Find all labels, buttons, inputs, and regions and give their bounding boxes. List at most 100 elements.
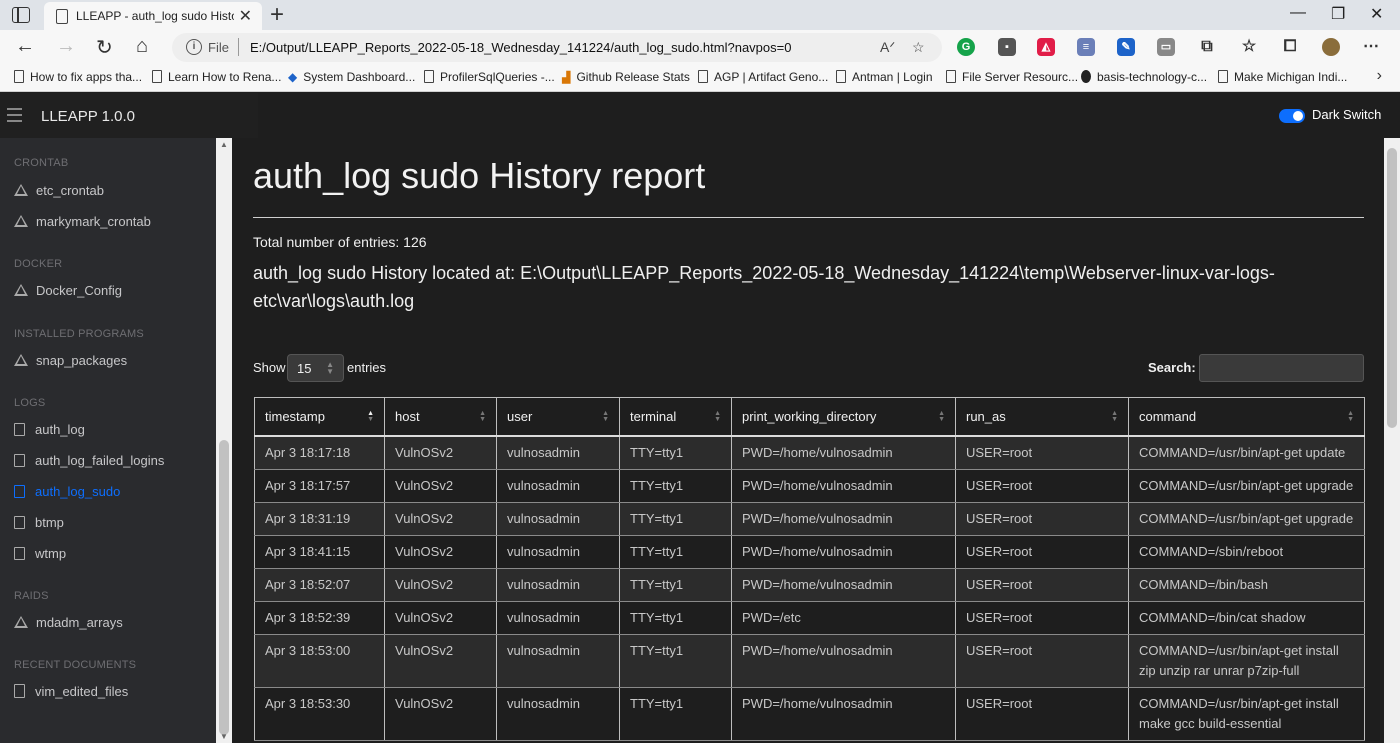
scroll-up-arrow-icon[interactable]: ▲ xyxy=(220,140,228,149)
close-window-icon[interactable]: ✕ xyxy=(1370,4,1383,24)
bookmark-item[interactable]: Learn How to Rena... xyxy=(152,70,281,84)
profile-avatar[interactable] xyxy=(1322,38,1340,56)
collections-icon[interactable]: ⧠ xyxy=(1281,38,1299,56)
cell-terminal: TTY=tty1 xyxy=(619,502,732,536)
sidebar-item-vim-edited-files[interactable]: vim_edited_files xyxy=(14,684,128,699)
sidebar-item-auth-log-failed-logins[interactable]: auth_log_failed_logins xyxy=(14,453,164,468)
search-input[interactable] xyxy=(1199,354,1364,382)
more-menu-icon[interactable]: ⋯ xyxy=(1362,38,1380,56)
cell-run-as: USER=root xyxy=(955,535,1129,569)
bookmark-page-icon xyxy=(1218,70,1228,83)
browser-tab[interactable]: LLEAPP - auth_log sudo History report ✕ xyxy=(44,2,262,30)
address-separator xyxy=(238,38,239,56)
sidebar-item-markymark-crontab[interactable]: markymark_crontab xyxy=(14,214,151,229)
sort-arrows-icon: ▲ ▼ xyxy=(714,410,721,423)
page-scroll-thumb[interactable] xyxy=(1387,148,1397,428)
pdf-extension-icon[interactable]: ◭ xyxy=(1037,38,1055,56)
sidebar-item-auth-log-sudo[interactable]: auth_log_sudo xyxy=(14,484,120,499)
back-icon[interactable]: ← xyxy=(15,35,35,58)
bookmarks-more-icon[interactable]: › xyxy=(1377,67,1382,85)
favorites-icon[interactable]: ☆ xyxy=(1240,38,1258,56)
bookmark-item[interactable]: How to fix apps tha... xyxy=(14,70,142,84)
extension-icon-3[interactable]: ✎ xyxy=(1117,38,1135,56)
tab-title: LLEAPP - auth_log sudo History report xyxy=(76,9,234,23)
warning-icon xyxy=(14,215,28,227)
extension-icon[interactable]: ▪ xyxy=(998,38,1016,56)
bookmark-item[interactable]: Make Michigan Indi... xyxy=(1218,70,1347,84)
column-header-command[interactable]: command ▲ ▼ xyxy=(1128,397,1365,437)
dark-switch-label[interactable]: Dark Switch xyxy=(1312,107,1381,122)
sidebar-item-wtmp[interactable]: wtmp xyxy=(14,546,66,561)
minimize-icon[interactable]: — xyxy=(1290,4,1306,22)
bookmark-item[interactable]: AGP | Artifact Geno... xyxy=(698,70,828,84)
favorite-add-icon[interactable]: ☆ xyxy=(912,39,925,56)
entries-per-page-select[interactable]: 15 ▲ ▼ xyxy=(287,354,344,382)
column-header-print-working-directory[interactable]: print_working_directory ▲ ▼ xyxy=(731,397,956,437)
toggle-knob xyxy=(1293,111,1303,121)
cell-terminal: TTY=tty1 xyxy=(619,469,732,503)
hamburger-menu-icon[interactable] xyxy=(7,108,22,122)
extension-icon-4[interactable]: ▭ xyxy=(1157,38,1175,56)
column-header-timestamp[interactable]: timestamp ▲ ▼ xyxy=(254,397,385,437)
column-header-host[interactable]: host ▲ ▼ xyxy=(384,397,497,437)
column-header-run-as[interactable]: run_as ▲ ▼ xyxy=(955,397,1129,437)
sidebar-item-docker-config[interactable]: Docker_Config xyxy=(14,283,122,298)
book-icon xyxy=(14,454,25,467)
bookmarks-bar: How to fix apps tha... Learn How to Rena… xyxy=(0,64,1400,92)
bookmark-item[interactable]: Antman | Login xyxy=(836,70,933,84)
page-scrollbar[interactable] xyxy=(1384,138,1400,743)
sidebar-item-etc-crontab[interactable]: etc_crontab xyxy=(14,183,104,198)
sort-arrows-icon: ▲ ▼ xyxy=(602,410,609,423)
refresh-icon[interactable]: ↻ xyxy=(96,35,113,60)
cell-run-as: USER=root xyxy=(955,469,1129,503)
warning-icon xyxy=(14,354,28,366)
cell-pwd: PWD=/home/vulnosadmin xyxy=(731,535,956,569)
address-bar[interactable]: i File E:/Output/LLEAPP_Reports_2022-05-… xyxy=(172,33,942,62)
sidebar-item-auth-log[interactable]: auth_log xyxy=(14,422,85,437)
close-tab-icon[interactable]: ✕ xyxy=(239,6,252,26)
bookmark-page-icon xyxy=(14,70,24,83)
sidebar-scroll-thumb[interactable] xyxy=(219,440,229,735)
document-icon xyxy=(14,684,25,698)
new-tab-icon[interactable]: + xyxy=(270,1,284,29)
cell-user: vulnosadmin xyxy=(496,687,620,741)
bookmark-item[interactable]: ▟ Github Release Stats xyxy=(562,70,690,84)
show-label: Show xyxy=(253,360,286,375)
dark-switch-toggle[interactable] xyxy=(1279,109,1305,123)
forward-icon[interactable]: → xyxy=(56,35,76,58)
bookmark-item[interactable]: File Server Resourc... xyxy=(946,70,1078,84)
cell-run-as: USER=root xyxy=(955,568,1129,602)
cell-host: VulnOSv2 xyxy=(384,502,497,536)
sidebar-item-mdadm-arrays[interactable]: mdadm_arrays xyxy=(14,615,123,630)
app-brand[interactable]: LLEAPP 1.0.0 xyxy=(41,108,135,125)
extensions-puzzle-icon[interactable]: ⧉ xyxy=(1198,38,1216,56)
bookmark-item[interactable]: basis-technology-c... xyxy=(1081,70,1207,84)
bookmark-page-icon xyxy=(836,70,846,83)
cell-command: COMMAND=/usr/bin/apt-get upgrade xyxy=(1128,469,1365,503)
extension-icon-2[interactable]: ≡ xyxy=(1077,38,1095,56)
cell-host: VulnOSv2 xyxy=(384,469,497,503)
bookmark-item[interactable]: ◆ System Dashboard... xyxy=(288,70,415,84)
select-arrows-icon: ▲ ▼ xyxy=(326,360,334,376)
book-icon xyxy=(14,423,25,436)
cell-host: VulnOSv2 xyxy=(384,435,497,470)
cell-user: vulnosadmin xyxy=(496,435,620,470)
scroll-down-arrow-icon[interactable]: ▼ xyxy=(220,732,228,741)
sort-arrows-icon: ▲ ▼ xyxy=(367,410,374,423)
tab-actions-icon[interactable] xyxy=(12,7,30,23)
bookmark-page-icon xyxy=(424,70,434,83)
cell-terminal: TTY=tty1 xyxy=(619,435,732,470)
bookmark-item[interactable]: ProfilerSqlQueries -... xyxy=(424,70,555,84)
grammarly-icon[interactable]: G xyxy=(957,38,975,56)
column-header-user[interactable]: user ▲ ▼ xyxy=(496,397,620,437)
read-aloud-icon[interactable]: Aᐟ xyxy=(880,39,895,56)
column-header-terminal[interactable]: terminal ▲ ▼ xyxy=(619,397,732,437)
sidebar-item-btmp[interactable]: btmp xyxy=(14,515,64,530)
info-icon[interactable]: i xyxy=(186,39,202,55)
sidebar-item-snap-packages[interactable]: snap_packages xyxy=(14,353,127,368)
sidebar-scrollbar[interactable]: ▲ ▼ xyxy=(216,138,232,743)
home-icon[interactable]: ⌂ xyxy=(136,35,148,58)
table-row: Apr 3 18:41:15 VulnOSv2 vulnosadmin TTY=… xyxy=(254,535,1365,569)
address-url[interactable]: E:/Output/LLEAPP_Reports_2022-05-18_Wedn… xyxy=(250,40,791,55)
maximize-icon[interactable]: ❐ xyxy=(1331,4,1345,24)
